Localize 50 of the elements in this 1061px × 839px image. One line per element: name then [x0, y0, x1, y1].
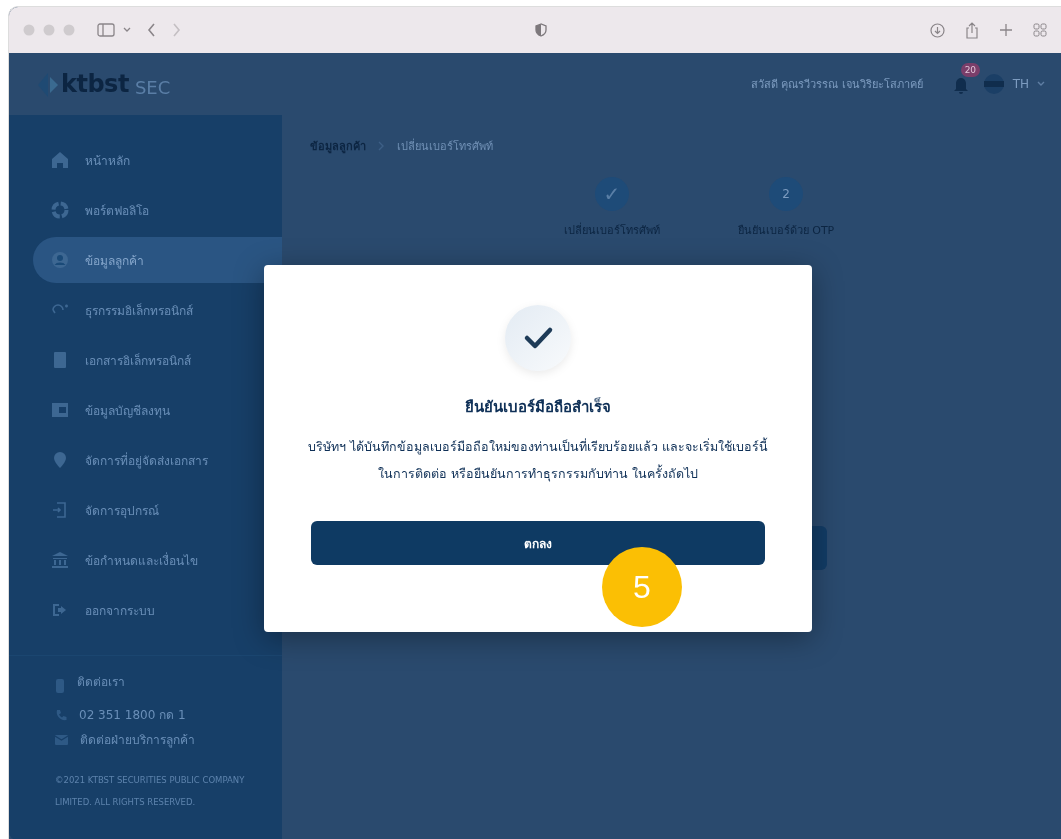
dialog-message: บริษัทฯ ได้บันทึกข้อมูลเบอร์มือถือใหม่ของท่านเป็นที่เรียบร้อยแล้ว และจะเริ่มใช้เบอร์นี้ ในการติดต่อ หรือยืนยันการทำธุรกรรมกับท่าน ในครั้งถัดไป: [308, 436, 768, 484]
caret-icon[interactable]: [1037, 81, 1045, 87]
step-marker: 2: [769, 177, 803, 211]
logo-suffix: SEC: [134, 77, 171, 98]
mail-icon: [55, 734, 68, 745]
sidebar-toggle-icon[interactable]: [97, 23, 115, 37]
share-icon[interactable]: [965, 21, 979, 39]
pie-icon: [51, 201, 69, 219]
phone-icon: [55, 708, 67, 721]
sidebar-item[interactable]: ธุรกรรมอิเล็กทรอนิกส์: [33, 287, 282, 333]
ok-button[interactable]: ตกลง: [311, 521, 765, 565]
bell-icon[interactable]: [952, 77, 969, 95]
sidebar-item[interactable]: พอร์ตฟอลิโอ: [33, 187, 282, 233]
sidebar-item[interactable]: จัดการอุปกรณ์: [33, 487, 282, 533]
sidebar-item[interactable]: ออกจากระบบ: [33, 587, 282, 633]
checkmark-icon: [503, 303, 573, 373]
chevron-down-icon[interactable]: [123, 27, 131, 33]
phone-number[interactable]: 02 351 1800 กด 1: [79, 705, 186, 724]
sidebar-item[interactable]: ข้อมูลลูกค้า: [33, 237, 282, 283]
dialog-title: ยืนยันเบอร์มือถือสำเร็จ: [465, 396, 611, 418]
greeting-text: สวัสดี คุณรวีวรรณ เจนวิริยะโสภาคย์: [750, 77, 923, 93]
pin-icon: [51, 451, 69, 469]
wallet-icon: [51, 401, 69, 419]
step-marker: ✓: [595, 177, 629, 211]
home-icon: [51, 151, 69, 169]
logo-icon: [37, 72, 59, 98]
notification-badge: 20: [960, 63, 981, 77]
shield-icon[interactable]: [535, 23, 547, 37]
contact-heading: ติดต่อเรา: [77, 674, 125, 691]
download-icon[interactable]: [930, 22, 945, 38]
sidebar-item[interactable]: หน้าหลัก: [33, 137, 282, 183]
language-selector[interactable]: TH: [1012, 77, 1029, 91]
bank-icon: [51, 551, 69, 569]
doc-icon: [51, 351, 69, 369]
device-icon: [51, 501, 69, 519]
sidebar-item[interactable]: ข้อกำหนดและเงื่อนไข: [33, 537, 282, 583]
breadcrumb-item: เปลี่ยนเบอร์โทรศัพท์: [397, 137, 493, 155]
flag-icon[interactable]: [982, 73, 1005, 95]
phone-icon: [55, 677, 65, 694]
user-icon: [51, 251, 69, 269]
email-link[interactable]: ติดต่อฝ่ายบริการลูกค้า: [80, 730, 195, 749]
forward-icon[interactable]: [172, 23, 181, 37]
plus-icon[interactable]: [999, 23, 1013, 37]
copyright-text: ©2021 KTBST SECURITIES PUBLIC COMPANY LIMITED. ALL RIGHTS RESERVED.: [55, 774, 246, 809]
tabs-grid-icon[interactable]: [1033, 23, 1047, 37]
back-icon[interactable]: [147, 23, 156, 37]
sidebar-item[interactable]: เอกสารอิเล็กทรอนิกส์: [33, 337, 282, 383]
chevron-right-icon: [378, 141, 385, 151]
sidebar-item[interactable]: จัดการที่อยู่จัดส่งเอกสาร: [33, 437, 282, 483]
sidebar-item[interactable]: ข้อมูลบัญชีลงทุน: [33, 387, 282, 433]
